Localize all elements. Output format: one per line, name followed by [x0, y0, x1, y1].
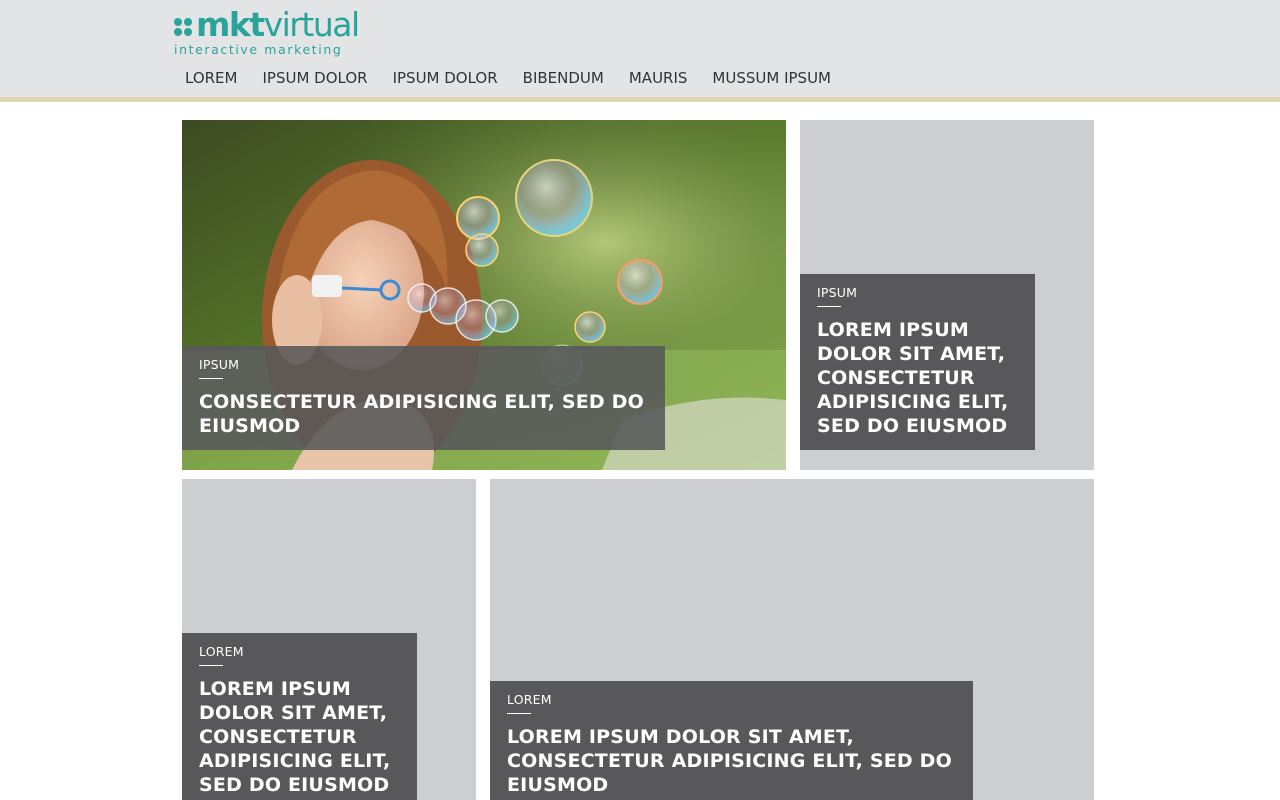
article-tile[interactable]: LOREM LOREM IPSUM DOLOR SIT AMET, CONSEC… [490, 479, 1094, 800]
nav-item-ipsum-dolor-2[interactable]: IPSUM DOLOR [393, 69, 498, 89]
category-label: IPSUM [817, 285, 858, 300]
caption-divider [199, 378, 223, 379]
caption-divider [817, 306, 841, 307]
article-headline[interactable]: LOREM IPSUM DOLOR SIT AMET, CONSECTETUR … [199, 677, 400, 797]
caption-divider [199, 665, 223, 666]
article-tile[interactable]: LOREM LOREM IPSUM DOLOR SIT AMET, CONSEC… [182, 479, 476, 800]
logo-dots-icon [174, 18, 194, 38]
logo-tagline: interactive marketing [174, 42, 343, 57]
article-headline[interactable]: LOREM IPSUM DOLOR SIT AMET, CONSECTETUR … [817, 318, 1018, 438]
article-headline[interactable]: CONSECTETUR ADIPISICING ELIT, SED DO EIU… [199, 390, 648, 438]
feature-tile-photo[interactable]: IPSUM CONSECTETUR ADIPISICING ELIT, SED … [182, 120, 786, 470]
nav-item-bibendum[interactable]: BIBENDUM [523, 69, 604, 89]
category-label: IPSUM [199, 357, 240, 372]
caption-divider [507, 713, 531, 714]
article-caption: LOREM LOREM IPSUM DOLOR SIT AMET, CONSEC… [182, 633, 417, 800]
logo-wordmark: mktvirtual [196, 5, 360, 44]
category-label: LOREM [199, 644, 244, 659]
nav-item-mussum-ipsum[interactable]: MUSSUM IPSUM [712, 69, 831, 89]
article-caption: IPSUM LOREM IPSUM DOLOR SIT AMET, CONSEC… [800, 274, 1035, 450]
nav-item-ipsum-dolor[interactable]: IPSUM DOLOR [262, 69, 367, 89]
category-label: LOREM [507, 692, 552, 707]
main-nav: LOREM IPSUM DOLOR IPSUM DOLOR BIBENDUM M… [185, 69, 856, 89]
nav-item-mauris[interactable]: MAURIS [629, 69, 688, 89]
feature-caption: IPSUM CONSECTETUR ADIPISICING ELIT, SED … [182, 346, 665, 450]
nav-item-lorem[interactable]: LOREM [185, 69, 237, 89]
article-caption: LOREM LOREM IPSUM DOLOR SIT AMET, CONSEC… [490, 681, 973, 800]
article-tile[interactable]: IPSUM LOREM IPSUM DOLOR SIT AMET, CONSEC… [800, 120, 1094, 470]
site-header: mktvirtual interactive marketing LOREM I… [0, 0, 1280, 102]
site-logo[interactable]: mktvirtual interactive marketing [174, 6, 374, 60]
article-headline[interactable]: LOREM IPSUM DOLOR SIT AMET, CONSECTETUR … [507, 725, 956, 797]
